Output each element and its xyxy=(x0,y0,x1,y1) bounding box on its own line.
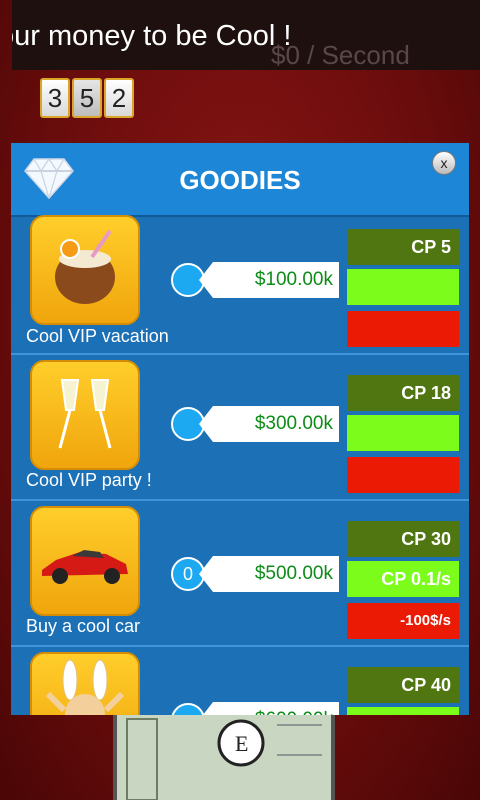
panel-title: GOODIES xyxy=(179,165,301,195)
goodie-name: Cool VIP party ! xyxy=(26,470,152,490)
dollar-bill-image[interactable]: E xyxy=(113,715,335,800)
price-tag: $300.00k xyxy=(199,406,339,442)
price-tag: $600.00k xyxy=(199,702,339,715)
coconut-drink-icon xyxy=(55,229,115,304)
goodie-row: Buy a cool car 0 $500.00k CP 30 CP 0.1/s… xyxy=(11,501,469,647)
goodie-row: Cool VIP vacation $100.00k CP 5 xyxy=(11,215,469,355)
cost-bar: -100$/s xyxy=(347,603,459,639)
red-sports-car-icon xyxy=(42,550,128,584)
cost-bar xyxy=(347,457,459,493)
cp-badge: CP 30 xyxy=(347,521,459,557)
goodie-tile[interactable] xyxy=(30,506,140,616)
panel-header: GOODIES x xyxy=(11,143,469,217)
news-marquee: our money to be Cool ! xyxy=(12,0,480,70)
cp-badge: CP 5 xyxy=(347,229,459,265)
price-value: $600.00k xyxy=(255,702,333,715)
counter-digit: 2 xyxy=(104,78,134,118)
champagne-glasses-icon xyxy=(58,379,112,449)
goodie-tile[interactable] xyxy=(30,652,140,715)
bonus-bar xyxy=(347,269,459,305)
goodie-name: Cool VIP vacation xyxy=(26,326,169,346)
price-value: $300.00k xyxy=(254,413,333,434)
bunny-girl-icon xyxy=(45,659,125,715)
money-counter: 3 5 2 xyxy=(40,78,134,118)
close-button[interactable]: x xyxy=(432,151,456,175)
dollar-bill-art: E xyxy=(117,715,331,800)
goodie-row: Cool VIP party ! $300.00k CP 18 xyxy=(11,355,469,501)
counter-digit: 5 xyxy=(72,78,102,118)
bonus-bar xyxy=(347,707,459,715)
goodie-tile[interactable] xyxy=(30,360,140,470)
cost-bar xyxy=(347,311,459,347)
price-tag: $500.00k xyxy=(199,556,339,592)
price-value: $500.00k xyxy=(254,563,333,584)
cp-badge: CP 18 xyxy=(347,375,459,411)
counter-digit: 3 xyxy=(40,78,70,118)
cp-badge: CP 40 xyxy=(347,667,459,703)
goodie-name: Buy a cool car xyxy=(26,616,141,636)
goodie-row: $600.00k CP 40 xyxy=(11,647,469,715)
marquee-text: our money to be Cool ! xyxy=(12,20,292,52)
bonus-bar xyxy=(347,415,459,451)
money-rate-label: $0 / Second xyxy=(271,40,410,70)
bonus-bar: CP 0.1/s xyxy=(347,561,459,597)
svg-text:E: E xyxy=(235,731,248,756)
price-value: $100.00k xyxy=(254,269,333,290)
price-tag: $100.00k xyxy=(199,262,339,298)
goodie-tile[interactable] xyxy=(30,215,140,325)
goodies-panel: GOODIES x Cool VIP vacation $100.00k CP … xyxy=(11,143,469,715)
